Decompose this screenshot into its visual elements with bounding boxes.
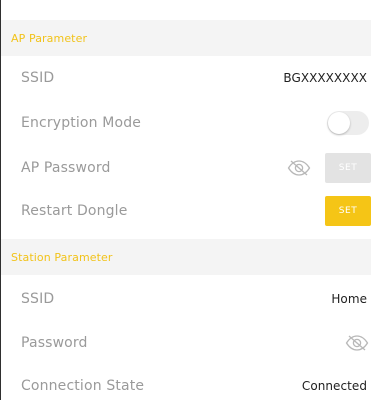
ap-password-label: AP Password: [21, 160, 111, 176]
encryption-mode-label: Encryption Mode: [21, 115, 142, 131]
ap-password-row: AP Password SET: [1, 146, 371, 190]
ap-ssid-value: BGXXXXXXXX: [283, 71, 367, 85]
ap-ssid-label: SSID: [21, 70, 55, 86]
restart-dongle-set-button[interactable]: SET: [325, 196, 371, 226]
ap-password-set-button[interactable]: SET: [325, 153, 371, 183]
eye-slash-icon[interactable]: [345, 334, 369, 352]
station-parameter-title: Station Parameter: [11, 250, 113, 264]
encryption-mode-toggle[interactable]: [327, 111, 369, 135]
station-ssid-value: Home: [331, 292, 367, 306]
ap-parameter-title: AP Parameter: [11, 31, 88, 45]
station-ssid-row: SSID Home: [1, 277, 371, 321]
restart-dongle-row: Restart Dongle SET: [1, 189, 371, 233]
encryption-mode-row: Encryption Mode: [1, 101, 371, 145]
ap-parameter-header: AP Parameter: [1, 20, 371, 56]
ap-ssid-row: SSID BGXXXXXXXX: [1, 56, 371, 100]
connection-state-value: Connected: [301, 379, 367, 393]
toggle-knob: [328, 112, 350, 134]
restart-dongle-label: Restart Dongle: [21, 203, 128, 219]
connection-state-label: Connection State: [21, 378, 145, 394]
dongle-settings-screen: AP Parameter SSID BGXXXXXXXX Encryption …: [0, 0, 371, 400]
station-password-row: Password: [1, 321, 371, 365]
station-password-label: Password: [21, 335, 88, 351]
station-ssid-label: SSID: [21, 291, 55, 307]
eye-slash-icon[interactable]: [287, 159, 311, 177]
station-parameter-header: Station Parameter: [1, 239, 371, 275]
connection-state-row: Connection State Connected: [1, 364, 371, 408]
